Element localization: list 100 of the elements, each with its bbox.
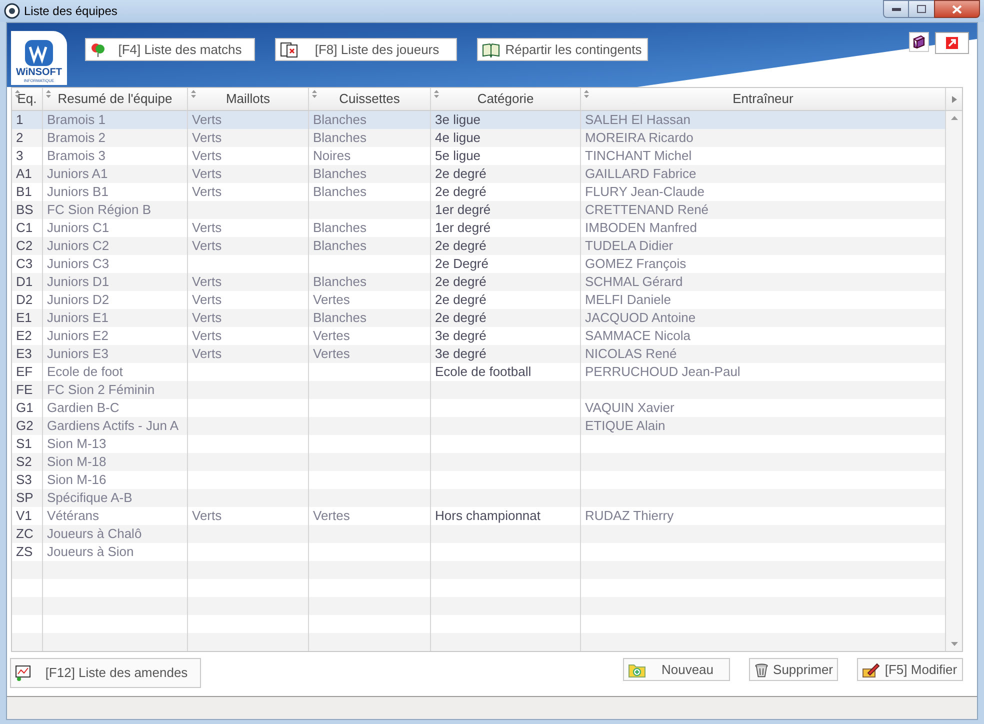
column-header[interactable]: Catégorie bbox=[431, 88, 581, 110]
table-row[interactable]: 1 Bramois 1 Verts Blanches 3e ligue SALEH El Hassan bbox=[12, 111, 946, 129]
table-cell: Verts bbox=[192, 147, 222, 165]
table-cell: Noires bbox=[313, 147, 351, 165]
table-row[interactable]: E3 Juniors E3 Verts Vertes 3e degré NICOLAS René bbox=[12, 345, 946, 363]
table-cell: ZC bbox=[16, 525, 34, 543]
close-button[interactable] bbox=[934, 0, 980, 18]
book-icon bbox=[482, 42, 500, 58]
cards-icon bbox=[280, 42, 298, 58]
table-cell: FC Sion Région B bbox=[47, 201, 152, 219]
table-cell: 2 bbox=[16, 129, 24, 147]
table-cell: Verts bbox=[192, 237, 222, 255]
arrow-out-icon bbox=[945, 36, 959, 50]
table-cell: Spécifique A-B bbox=[47, 489, 132, 507]
table-cell: 3 bbox=[16, 147, 24, 165]
toolbar-button[interactable]: [F4] Liste des matchs bbox=[85, 38, 255, 61]
scroll-right-icon[interactable] bbox=[952, 96, 956, 102]
table-cell: Juniors C2 bbox=[47, 237, 110, 255]
sort-icon bbox=[191, 90, 196, 98]
fines-list-button[interactable]: [F12] Liste des amendes bbox=[10, 658, 201, 688]
table-row[interactable]: G2 Gardiens Actifs - Jun A ETIQUE Alain bbox=[12, 417, 946, 435]
table-row[interactable]: E1 Juniors E1 Verts Blanches 2e degré JACQUOD Antoine bbox=[12, 309, 946, 327]
column-header[interactable]: Cuissettes bbox=[309, 88, 431, 110]
folder-plus-icon bbox=[628, 662, 646, 678]
action-button[interactable]: Nouveau bbox=[623, 658, 730, 681]
table-cell: Blanches bbox=[313, 219, 366, 237]
minimize-button[interactable] bbox=[883, 0, 909, 18]
table-cell: Vertes bbox=[313, 291, 350, 309]
table-row[interactable]: BS FC Sion Région B 1er degré CRETTENAND René bbox=[12, 201, 946, 219]
table-cell: GAILLARD Fabrice bbox=[585, 165, 696, 183]
table-cell: Verts bbox=[192, 309, 222, 327]
table-cell: S2 bbox=[16, 453, 32, 471]
column-header[interactable]: Entraîneur bbox=[581, 88, 946, 110]
table-cell: 2e degré bbox=[435, 309, 486, 327]
scroll-down-icon[interactable] bbox=[950, 642, 958, 646]
sort-icon bbox=[434, 90, 439, 98]
table-cell: 2e degré bbox=[435, 165, 486, 183]
table-cell: Vétérans bbox=[47, 507, 100, 525]
table-cell: 1er degré bbox=[435, 219, 491, 237]
table-cell: Verts bbox=[192, 183, 222, 201]
maximize-icon bbox=[917, 5, 926, 13]
help-book-button[interactable] bbox=[909, 32, 929, 52]
table-cell: JACQUOD Antoine bbox=[585, 309, 696, 327]
logo-name: WiNSOFT bbox=[16, 67, 62, 78]
table-cell: PERRUCHOUD Jean-Paul bbox=[585, 363, 740, 381]
table-cell: D1 bbox=[16, 273, 33, 291]
table-cell: Sion M-16 bbox=[47, 471, 106, 489]
column-header[interactable]: Maillots bbox=[188, 88, 309, 110]
table-cell: 2e degré bbox=[435, 237, 486, 255]
table-cell: Vertes bbox=[313, 507, 350, 525]
table-cell: Gardiens Actifs - Jun A bbox=[47, 417, 179, 435]
toolbar-button[interactable]: [F8] Liste des joueurs bbox=[275, 38, 457, 61]
vertical-scrollbar[interactable] bbox=[946, 111, 962, 651]
table-cell: D2 bbox=[16, 291, 33, 309]
table-cell: Joueurs à Chalô bbox=[47, 525, 142, 543]
sort-icon bbox=[312, 90, 317, 98]
table-cell: Verts bbox=[192, 219, 222, 237]
table-cell: TUDELA Didier bbox=[585, 237, 674, 255]
trash-icon bbox=[754, 660, 770, 678]
table-row[interactable]: SP Spécifique A-B bbox=[12, 489, 946, 507]
table-row[interactable]: A1 Juniors A1 Verts Blanches 2e degré GAILLARD Fabrice bbox=[12, 165, 946, 183]
table-cell: Bramois 3 bbox=[47, 147, 106, 165]
maximize-button[interactable] bbox=[909, 0, 934, 18]
table-cell: Juniors E2 bbox=[47, 327, 108, 345]
logo-mark-icon bbox=[24, 39, 54, 67]
chart-card-icon bbox=[15, 665, 33, 681]
table-cell: Juniors D2 bbox=[47, 291, 110, 309]
table-cell: G2 bbox=[16, 417, 34, 435]
table-cell: FLURY Jean-Claude bbox=[585, 183, 704, 201]
table-row[interactable]: C2 Juniors C2 Verts Blanches 2e degré TUDELA Didier bbox=[12, 237, 946, 255]
table-cell: EF bbox=[16, 363, 33, 381]
table-cell: RUDAZ Thierry bbox=[585, 507, 674, 525]
table-row[interactable]: S2 Sion M-18 bbox=[12, 453, 946, 471]
scroll-up-icon[interactable] bbox=[950, 116, 958, 120]
table-cell: B1 bbox=[16, 183, 32, 201]
sort-icon bbox=[584, 90, 589, 98]
table-cell: C2 bbox=[16, 237, 33, 255]
sort-icon bbox=[46, 90, 51, 98]
table-cell: Juniors E3 bbox=[47, 345, 108, 363]
table-cell: Blanches bbox=[313, 309, 366, 327]
table-cell: S1 bbox=[16, 435, 32, 453]
table-cell: SAMMACE Nicola bbox=[585, 327, 690, 345]
table-row[interactable]: D1 Juniors D1 Verts Blanches 2e degré SCHMAL Gérard bbox=[12, 273, 946, 291]
app-icon bbox=[4, 3, 20, 19]
table-cell: V1 bbox=[16, 507, 32, 525]
table-row[interactable]: ZC Joueurs à Chalô bbox=[12, 525, 946, 543]
table-row[interactable]: FE FC Sion 2 Féminin bbox=[12, 381, 946, 399]
table-cell: Ecole de foot bbox=[47, 363, 123, 381]
table-cell: Blanches bbox=[313, 237, 366, 255]
toolbar-button[interactable]: Répartir les contingents bbox=[477, 38, 648, 61]
book-icon bbox=[912, 35, 926, 49]
table-row[interactable]: 2 Bramois 2 Verts Blanches 4e ligue MOREIRA Ricardo bbox=[12, 129, 946, 147]
action-button[interactable]: Supprimer bbox=[749, 658, 838, 681]
table-cell: 1 bbox=[16, 111, 24, 129]
action-button[interactable]: [F5] Modifier bbox=[857, 658, 963, 681]
column-header[interactable]: Resumé de l'équipe bbox=[43, 88, 188, 110]
table-cell: Blanches bbox=[313, 165, 366, 183]
exit-button[interactable] bbox=[935, 32, 969, 54]
column-header[interactable]: Eq. bbox=[12, 88, 43, 110]
pencil-icon bbox=[862, 662, 880, 678]
